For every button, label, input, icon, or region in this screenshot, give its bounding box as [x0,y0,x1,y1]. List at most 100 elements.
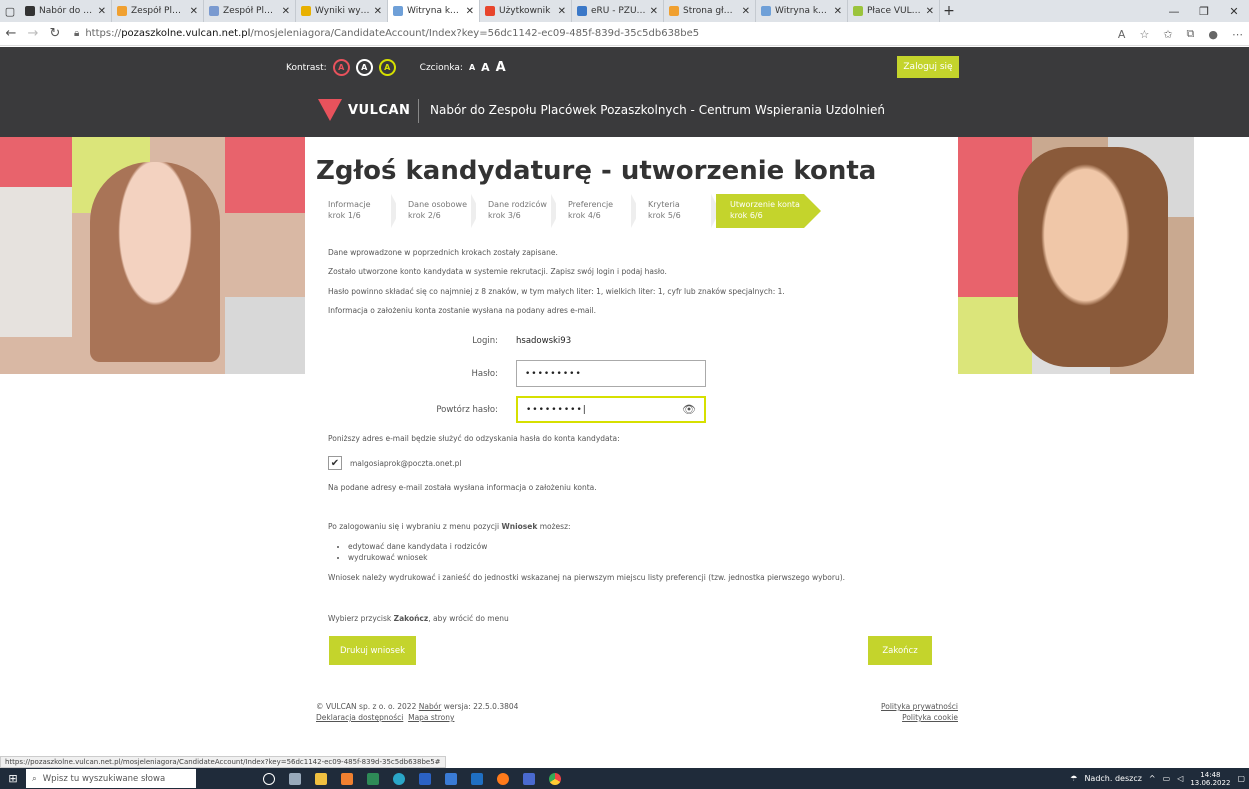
app-blue-icon[interactable] [438,768,464,789]
repeat-password-field[interactable]: •••••••••| 👁︎ [516,396,706,423]
nabor-link[interactable]: Nabór [419,702,442,711]
vulcan-logo[interactable]: VULCAN [318,99,410,121]
print-application-button[interactable]: Drukuj wniosek [329,636,416,665]
app-shield-icon[interactable] [516,768,542,789]
finish-info: Wybierz przycisk Zakończ, aby wrócić do … [328,614,509,623]
repeat-password-label: Powtórz hasło: [436,404,498,415]
font-small-button[interactable]: A [469,63,475,72]
new-tab-button[interactable]: + [940,3,958,19]
after-login-info: Po zalogowaniu się i wybraniu z menu poz… [328,522,571,531]
browser-tab[interactable]: Witryna kandydata ✕ [388,0,480,22]
cookie-link[interactable]: Polityka cookie [902,713,958,722]
firefox-icon[interactable] [490,768,516,789]
more-menu-icon[interactable]: ⋯ [1232,28,1243,41]
browser-tab[interactable]: Użytkownik ✕ [480,0,572,22]
search-placeholder: Wpisz tu wyszukiwane słowa [42,773,166,784]
email-checkbox[interactable]: ✔ [328,456,342,470]
wizard-step[interactable]: Kryteria krok 5/6 [636,194,720,228]
contrast-label: Kontrast: [286,62,327,73]
tab-close-icon[interactable]: ✕ [834,6,842,17]
weather-icon[interactable]: ☂ [1070,774,1077,783]
tab-favicon-icon [301,6,311,16]
network-icon[interactable]: ▭ [1163,774,1171,783]
chevron-up-icon[interactable]: ^ [1149,774,1156,783]
word-icon[interactable] [412,768,438,789]
show-password-eye-icon[interactable]: 👁︎ [682,403,697,416]
tab-close-icon[interactable]: ✕ [650,6,658,17]
wizard-step[interactable]: Dane osobowe krok 2/6 [396,194,480,228]
list-item: wydrukować wniosek [348,552,487,563]
edge-icon[interactable] [386,768,412,789]
message-saved: Dane wprowadzone w poprzednich krokach z… [328,248,558,257]
after-login-bold: Wniosek [501,522,538,531]
list-item: edytować dane kandydata i rodziców [348,541,487,552]
restore-icon[interactable]: ❐ [1189,5,1219,18]
step-number: krok 6/6 [730,211,763,220]
outlook-icon[interactable] [464,768,490,789]
browser-tab[interactable]: eRU - PZU eru ✕ [572,0,664,22]
tab-close-icon[interactable]: ✕ [282,6,290,17]
browser-tab[interactable]: Płace VULCAN ✕ [848,0,940,22]
boys-face-illustration [1018,147,1168,367]
wizard-step[interactable]: Preferencje krok 4/6 [556,194,640,228]
chrome-icon[interactable] [542,768,568,789]
tab-close-icon[interactable]: ✕ [926,6,934,17]
password-field[interactable]: ••••••••• [516,360,706,387]
finish-button[interactable]: Zakończ [868,636,932,665]
clock[interactable]: 14:48 13.06.2022 [1190,771,1230,787]
widgets-icon[interactable] [282,768,308,789]
browser-tab[interactable]: Nabór do Zespołu ✕ [20,0,112,22]
notifications-icon[interactable]: ▢ [1237,774,1245,783]
browser-tab[interactable]: Strona główna | Je ✕ [664,0,756,22]
tab-close-icon[interactable]: ✕ [98,6,106,17]
url-field[interactable]: 🔒︎ https://pozaszkolne.vulcan.net.pl/mos… [74,28,699,39]
browser-tab[interactable]: Wyniki wyszukiwar ✕ [296,0,388,22]
tab-close-icon[interactable]: ✕ [558,6,566,17]
tab-close-icon[interactable]: ✕ [742,6,750,17]
contrast-red-button[interactable]: A [332,59,350,76]
step-name: Kryteria [648,200,680,209]
windows-taskbar: ⊞ ⌕ Wpisz tu wyszukiwane słowa ☂ Nadch. … [0,768,1249,789]
contrast-yellow-button[interactable]: A [378,59,396,76]
profile-icon[interactable]: ● [1208,28,1218,41]
close-window-icon[interactable]: ✕ [1219,5,1249,18]
wizard-step[interactable]: Informacje krok 1/6 [316,194,400,228]
font-large-button[interactable]: A [496,60,506,75]
login-button[interactable]: Zaloguj się [897,56,959,78]
browser-tab[interactable]: Zespół Placówek P ✕ [204,0,296,22]
weather-text[interactable]: Nadch. deszcz [1084,774,1141,783]
accessibility-link[interactable]: Deklaracja dostępności [316,713,403,722]
system-tray: ☂ Nadch. deszcz ^ ▭ ◁ 14:48 13.06.2022 ▢ [1070,768,1245,789]
read-aloud-icon[interactable]: A [1118,28,1126,41]
windows-start-icon[interactable]: ⊞ [0,772,26,785]
sitemap-link[interactable]: Mapa strony [408,713,454,722]
taskbar-search-box[interactable]: ⌕ Wpisz tu wyszukiwane słowa [26,769,196,788]
back-icon[interactable]: ← [0,26,22,41]
browser-tab[interactable]: Witryna kandydata ✕ [756,0,848,22]
minimize-icon[interactable]: — [1159,5,1189,18]
tab-close-icon[interactable]: ✕ [190,6,198,17]
volume-icon[interactable]: ◁ [1177,774,1183,783]
browser-tab[interactable]: Zespół Placówek P ✕ [112,0,204,22]
copyright-text: © VULCAN sp. z o. o. 2022 [316,702,419,711]
excel-icon[interactable] [360,768,386,789]
favorites-icon[interactable]: ✩ [1163,28,1172,41]
collections-icon[interactable]: ⧉ [1187,27,1195,41]
task-view-icon[interactable] [256,768,282,789]
forward-icon[interactable]: → [22,26,44,41]
contrast-white-button[interactable]: A [355,59,373,76]
tab-close-icon[interactable]: ✕ [466,6,474,17]
office-app-icon[interactable] [334,768,360,789]
wizard-step[interactable]: Dane rodziców krok 3/6 [476,194,560,228]
privacy-link[interactable]: Polityka prywatności [881,702,958,711]
tab-actions-icon[interactable]: ▢ [0,5,20,18]
file-explorer-icon[interactable] [308,768,334,789]
url-host: pozaszkolne.vulcan.net.pl [121,28,251,39]
favorite-star-icon[interactable]: ☆ [1139,28,1149,41]
tab-favicon-icon [209,6,219,16]
left-photo-banner [0,137,305,374]
refresh-icon[interactable]: ↻ [44,26,66,41]
tab-close-icon[interactable]: ✕ [374,6,382,17]
font-medium-button[interactable]: A [481,61,490,74]
message-account-created: Zostało utworzone konto kandydata w syst… [328,267,667,276]
